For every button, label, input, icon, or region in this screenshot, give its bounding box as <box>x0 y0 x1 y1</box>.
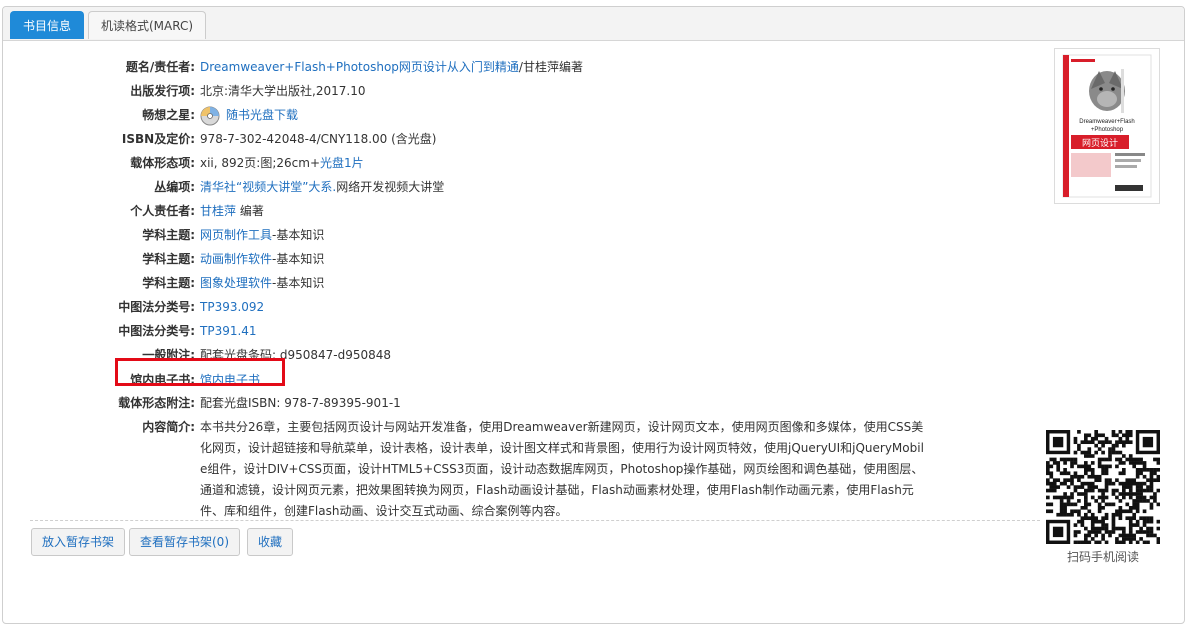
disc-icon <box>200 106 220 125</box>
subject-2-text: -基本知识 <box>272 252 325 266</box>
publication-value: 北京:清华大学出版社,2017.10 <box>200 84 366 98</box>
field-subject-3-label: 学科主题: <box>142 276 195 290</box>
subject-2-link[interactable]: 动画制作软件 <box>200 252 272 266</box>
book-cover-art: Dreamweaver+Flash +Photoshop 网页设计 <box>1062 54 1152 198</box>
field-clc-2-label: 中图法分类号: <box>118 324 195 338</box>
field-physical-note-label: 载体形态附注: <box>118 396 195 410</box>
tab-marc-format[interactable]: 机读格式(MARC) <box>88 11 207 39</box>
isbn-value: 978-7-302-42048-4/CNY118.00 (含光盘) <box>200 132 437 146</box>
clc-2-link[interactable]: TP391.41 <box>200 324 257 338</box>
author-link[interactable]: 甘桂萍 <box>200 204 236 218</box>
field-clc-1-label: 中图法分类号: <box>118 300 195 314</box>
qr-caption: 扫码手机阅读 <box>1066 550 1139 564</box>
title-author-text: /甘桂萍编著 <box>518 60 583 74</box>
field-physical-label: 载体形态项: <box>130 156 195 170</box>
field-publication-label: 出版发行项: <box>130 84 195 98</box>
series-link[interactable]: 清华社“视频大讲堂”大系. <box>200 180 336 194</box>
field-title-label: 题名/责任者: <box>125 60 195 74</box>
summary-text: 本书共分26章，主要包括网页设计与网站开发准备，使用Dreamweaver新建网… <box>200 420 924 518</box>
field-star-label: 畅想之星: <box>142 108 195 122</box>
cover-title-line-3: 网页设计 <box>1082 137 1118 149</box>
field-author-label: 个人责任者: <box>130 204 195 218</box>
divider <box>30 520 1040 521</box>
subject-3-text: -基本知识 <box>272 276 325 290</box>
subject-1-text: -基本知识 <box>272 228 325 242</box>
tab-bar: 书目信息 机读格式(MARC) <box>3 7 1184 41</box>
field-subject-1-label: 学科主题: <box>142 228 195 242</box>
cover-title-line-2: +Photoshop <box>1091 127 1124 133</box>
tab-bibliographic-info[interactable]: 书目信息 <box>10 11 85 39</box>
author-role: 编著 <box>236 204 264 218</box>
cover-title-line-1: Dreamweaver+Flash <box>1079 119 1135 125</box>
physical-note-value: 配套光盘ISBN: 978-7-89395-901-1 <box>200 396 401 410</box>
cd-link[interactable]: 光盘1片 <box>320 156 364 170</box>
field-summary-label: 内容简介: <box>142 420 195 434</box>
favorite-button[interactable]: 收藏 <box>247 528 294 556</box>
field-isbn-label: ISBN及定价: <box>121 132 195 146</box>
title-link[interactable]: Dreamweaver+Flash+Photoshop网页设计从入门到精通 <box>200 60 519 74</box>
subject-1-link[interactable]: 网页制作工具 <box>200 228 272 242</box>
cd-download-link[interactable]: 随书光盘下载 <box>226 108 298 122</box>
book-cover[interactable]: Dreamweaver+Flash +Photoshop 网页设计 <box>1054 48 1160 204</box>
physical-value: xii, 892页:图;26cm+ <box>200 156 321 170</box>
series-text: 网络开发视频大讲堂 <box>336 180 445 194</box>
clc-1-link[interactable]: TP393.092 <box>200 300 264 314</box>
field-series-label: 丛编项: <box>154 180 195 194</box>
add-to-shelf-button[interactable]: 放入暂存书架 <box>31 528 126 556</box>
view-shelf-button[interactable]: 查看暂存书架(0) <box>129 528 240 556</box>
qr-code <box>1046 430 1160 544</box>
field-subject-2-label: 学科主题: <box>142 252 195 266</box>
highlight-box <box>115 358 285 386</box>
subject-3-link[interactable]: 图象处理软件 <box>200 276 272 290</box>
